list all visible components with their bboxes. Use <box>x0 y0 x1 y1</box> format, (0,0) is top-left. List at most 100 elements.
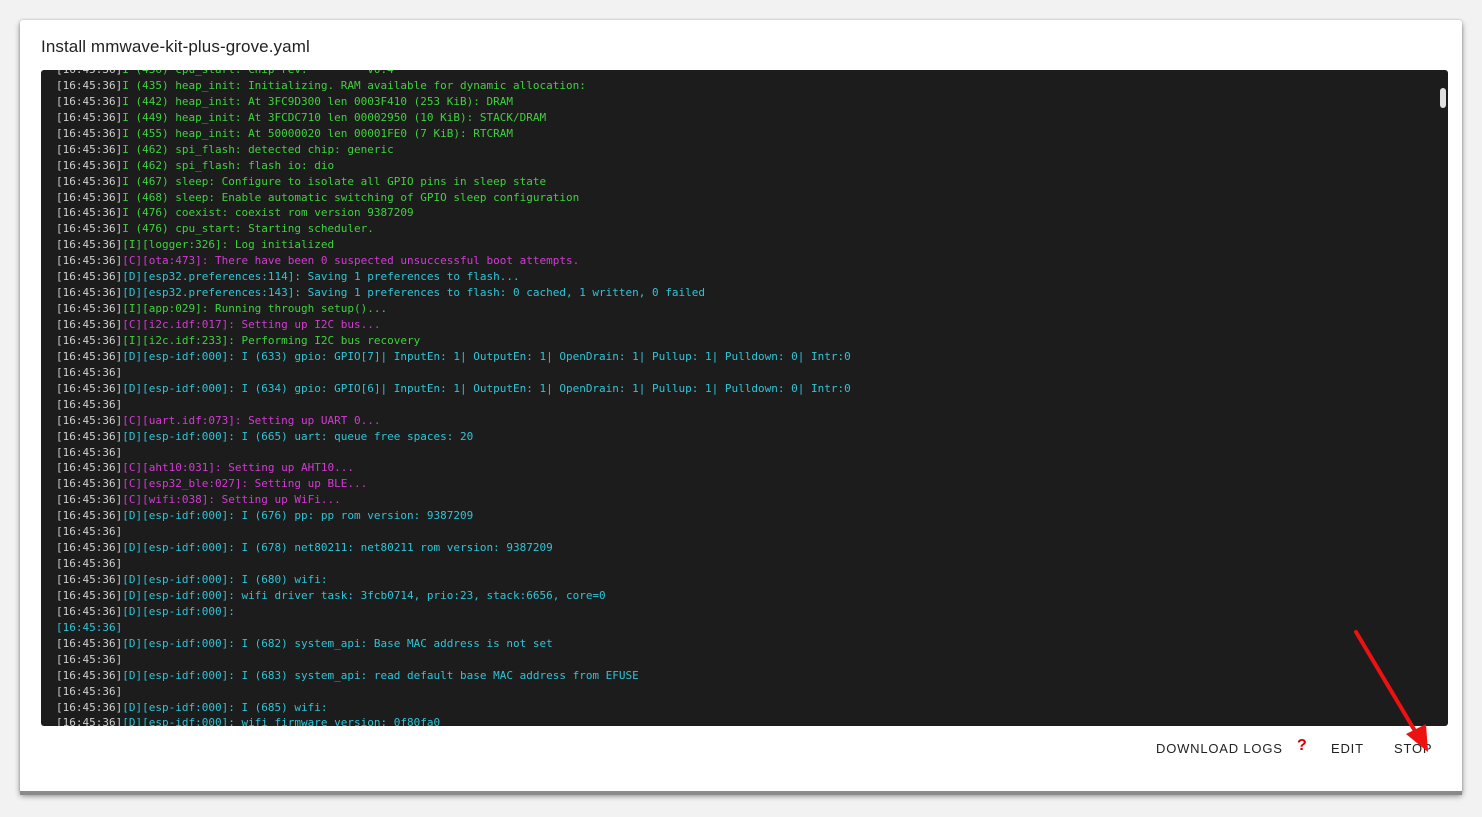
log-line: [16:45:36][C][uart.idf:073]: Setting up … <box>56 413 1428 429</box>
log-line: [16:45:36]I (435) heap_init: Initializin… <box>56 78 1428 94</box>
install-dialog: Install mmwave-kit-plus-grove.yaml [16:4… <box>20 20 1462 793</box>
log-timestamp: [16:45:36] <box>56 349 123 363</box>
log-message: I (436) cpu_start: Chip rev: v0.4 <box>122 70 394 76</box>
log-timestamp: [16:45:36] <box>56 684 123 698</box>
log-timestamp: [16:45:36] <box>56 509 123 523</box>
log-message: I (435) heap_init: Initializing. RAM ava… <box>122 78 586 92</box>
annotation-arrow-icon <box>1354 630 1428 752</box>
log-timestamp: [16:45:36] <box>56 700 123 714</box>
log-timestamp: [16:45:36] <box>56 620 123 634</box>
log-message: [D][esp-idf:000]: I (683) system_api: re… <box>122 668 639 682</box>
log-timestamp: [16:45:36] <box>56 333 123 347</box>
log-timestamp: [16:45:36] <box>56 158 123 172</box>
log-message: [D][esp-idf:000]: I (633) gpio: GPIO[7]|… <box>122 349 851 363</box>
log-line: [16:45:36] <box>56 620 1428 636</box>
log-timestamp: [16:45:36] <box>56 716 123 726</box>
log-timestamp: [16:45:36] <box>56 525 123 539</box>
log-line: [16:45:36][C][wifi:038]: Setting up WiFi… <box>56 492 1428 508</box>
log-timestamp: [16:45:36] <box>56 142 123 156</box>
log-timestamp: [16:45:36] <box>56 541 123 555</box>
log-line: [16:45:36] <box>56 684 1428 700</box>
log-line: [16:45:36]I (468) sleep: Enable automati… <box>56 190 1428 206</box>
log-message: [D][esp32.preferences:114]: Saving 1 pre… <box>122 270 520 284</box>
log-line: [16:45:36]I (449) heap_init: At 3FCDC710… <box>56 110 1428 126</box>
log-timestamp: [16:45:36] <box>56 573 123 586</box>
log-timestamp: [16:45:36] <box>56 493 123 507</box>
log-timestamp: [16:45:36] <box>56 652 123 666</box>
log-timestamp: [16:45:36] <box>56 190 123 204</box>
log-line: [16:45:36][D][esp32.preferences:143]: Sa… <box>56 285 1428 301</box>
log-timestamp: [16:45:36] <box>56 70 122 76</box>
log-timestamp: [16:45:36] <box>56 94 123 108</box>
log-message: I (462) spi_flash: flash io: dio <box>122 158 335 172</box>
log-timestamp: [16:45:36] <box>56 588 123 602</box>
log-message: [D][esp-idf:000]: I (676) pp: pp rom ver… <box>122 509 474 523</box>
log-message: [I][app:029]: Running through setup()... <box>122 302 388 316</box>
log-line: [16:45:36] <box>56 397 1428 413</box>
log-line: [16:45:36][C][ota:473]: There have been … <box>56 253 1428 269</box>
log-line: [16:45:36][D][esp-idf:000]: I (676) pp: … <box>56 508 1428 524</box>
log-message: I (442) heap_init: At 3FC9D300 len 0003F… <box>122 94 513 108</box>
log-message: [D][esp-idf:000]: I (685) wifi: <box>122 700 328 714</box>
log-console[interactable]: [16:45:36] I (436) cpu_start: Chip rev: v… <box>41 70 1448 726</box>
log-message: I (467) sleep: Configure to isolate all … <box>122 174 547 188</box>
log-line: [16:45:36]I (462) spi_flash: detected ch… <box>56 142 1428 158</box>
log-line: [16:45:36][D][esp-idf:000]: I (682) syst… <box>56 636 1428 652</box>
log-message: [D][esp-idf:000]: I (680) wifi: <box>122 573 328 586</box>
log-timestamp: [16:45:36] <box>56 286 123 300</box>
log-timestamp: [16:45:36] <box>56 78 123 92</box>
log-message: [D][esp-idf:000]: I (665) uart: queue fr… <box>122 429 474 443</box>
log-timestamp: [16:45:36] <box>56 302 123 316</box>
log-line: [16:45:36][C][i2c.idf:017]: Setting up I… <box>56 317 1428 333</box>
log-line: [16:45:36][D][esp-idf:000]: I (678) net8… <box>56 540 1428 556</box>
log-line: [16:45:36][I][logger:326]: Log initializ… <box>56 237 1428 253</box>
log-lines: [16:45:36] I (436) cpu_start: Chip rev: v… <box>56 70 1428 726</box>
log-message: [C][wifi:038]: Setting up WiFi... <box>122 493 341 507</box>
log-line: [16:45:36][I][i2c.idf:233]: Performing I… <box>56 333 1428 349</box>
log-line: [16:45:36]I (476) coexist: coexist rom v… <box>56 205 1428 221</box>
log-message: I (449) heap_init: At 3FCDC710 len 00002… <box>122 110 547 124</box>
log-line: [16:45:36] <box>56 652 1428 668</box>
log-line: [16:45:36][C][esp32_ble:027]: Setting up… <box>56 476 1428 492</box>
log-timestamp: [16:45:36] <box>56 604 123 618</box>
log-message: I (462) spi_flash: detected chip: generi… <box>122 142 394 156</box>
log-line: [16:45:36] <box>56 524 1428 540</box>
log-message: [D][esp-idf:000]: I (634) gpio: GPIO[6]|… <box>122 381 851 395</box>
log-message: [I][logger:326]: Log initialized <box>122 238 335 252</box>
log-line: [16:45:36][I][app:029]: Running through … <box>56 301 1428 317</box>
log-timestamp: [16:45:36] <box>56 238 123 252</box>
download-logs-button[interactable]: DOWNLOAD LOGS <box>1156 741 1283 759</box>
log-line: [16:45:36] <box>56 556 1428 572</box>
log-line: [16:45:36] <box>56 365 1428 381</box>
log-timestamp: [16:45:36] <box>56 110 123 124</box>
log-line: [16:45:36]I (476) cpu_start: Starting sc… <box>56 221 1428 237</box>
help-icon[interactable]: ? <box>1297 737 1308 755</box>
log-message: [C][uart.idf:073]: Setting up UART 0... <box>122 413 381 427</box>
log-message: [C][esp32_ble:027]: Setting up BLE... <box>122 477 368 491</box>
log-line: [16:45:36][D][esp32.preferences:114]: Sa… <box>56 269 1428 285</box>
log-line: [16:45:36]I (436) cpu_start: Chip rev: v… <box>56 70 1428 78</box>
log-line: [16:45:36]I (455) heap_init: At 50000020… <box>56 126 1428 142</box>
log-timestamp: [16:45:36] <box>56 557 123 571</box>
log-timestamp: [16:45:36] <box>56 413 123 427</box>
log-timestamp: [16:45:36] <box>56 461 123 475</box>
log-line: [16:45:36][D][esp-idf:000]: wifi firmwar… <box>56 715 1428 726</box>
log-line: [16:45:36] <box>56 445 1428 461</box>
log-message: [C][aht10:031]: Setting up AHT10... <box>122 461 355 475</box>
log-timestamp: [16:45:36] <box>56 270 123 284</box>
log-message: [D][esp32.preferences:143]: Saving 1 pre… <box>122 286 706 300</box>
dialog-title: Install mmwave-kit-plus-grove.yaml <box>41 37 310 56</box>
log-timestamp: [16:45:36] <box>56 445 123 459</box>
log-message: [I][i2c.idf:233]: Performing I2C bus rec… <box>122 333 421 347</box>
log-timestamp: [16:45:36] <box>56 636 123 650</box>
log-timestamp: [16:45:36] <box>56 381 123 395</box>
log-message: [D][esp-idf:000]: <box>122 604 235 618</box>
log-message: [D][esp-idf:000]: wifi firmware version:… <box>122 716 441 726</box>
log-scrollbar[interactable] <box>1440 88 1446 108</box>
log-line: [16:45:36][D][esp-idf:000]: wifi driver … <box>56 588 1428 604</box>
log-line: [16:45:36][D][esp-idf:000]: I (633) gpio… <box>56 349 1428 365</box>
log-message: I (476) coexist: coexist rom version 938… <box>122 206 414 220</box>
log-message: [D][esp-idf:000]: I (682) system_api: Ba… <box>122 636 553 650</box>
log-timestamp: [16:45:36] <box>56 254 123 268</box>
log-line: [16:45:36][D][esp-idf:000]: I (665) uart… <box>56 429 1428 445</box>
